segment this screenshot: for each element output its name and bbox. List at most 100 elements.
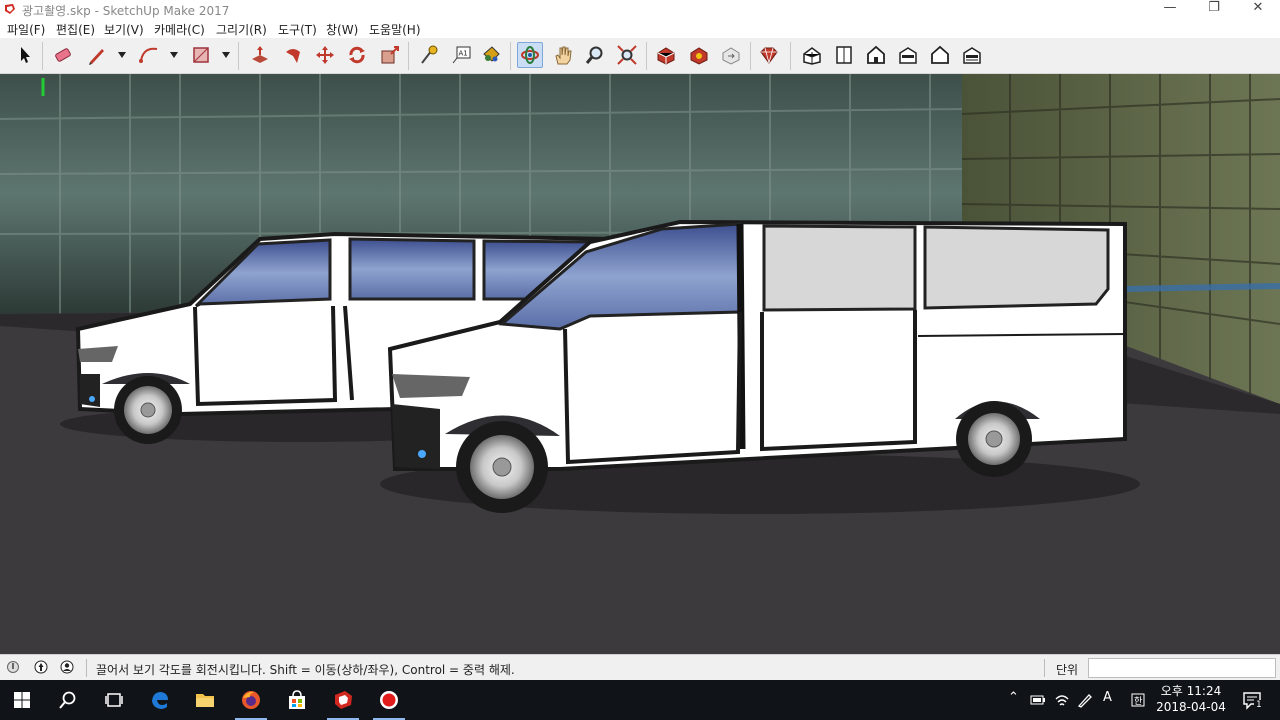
task-view-button[interactable] (92, 680, 136, 720)
tape-measure-icon (421, 45, 438, 64)
top-view-button[interactable] (831, 42, 857, 68)
status-divider (86, 659, 87, 677)
firefox-button[interactable] (229, 680, 273, 720)
3d-warehouse-button[interactable] (653, 42, 679, 68)
file-explorer-button[interactable] (183, 680, 227, 720)
menu-window[interactable]: 창(W) (326, 21, 358, 38)
push-pull-tool-button[interactable] (247, 42, 273, 68)
arrow-cursor-icon (21, 47, 30, 63)
status-bar: 끌어서 보기 각도를 회전시킵니다. Shift = 이동(상하/좌우), Co… (0, 654, 1280, 680)
hand-icon (555, 46, 572, 65)
zoom-extents-tool-button[interactable] (614, 42, 640, 68)
notification-count-badge: 1 (1254, 700, 1264, 710)
show-hidden-icons-chevron-icon[interactable]: ⌃ (1008, 690, 1019, 705)
rotate-icon (349, 46, 365, 64)
title-bar: 광고촬영.skp - SketchUp Make 2017 — ❐ ✕ (0, 0, 1280, 18)
windows-taskbar: ⌃ A 한 오후 11:24 2018-04-04 1 (0, 680, 1280, 720)
menu-draw[interactable]: 그리기(R) (216, 21, 267, 38)
orbit-tool-button[interactable] (517, 42, 543, 68)
follow-me-tool-button[interactable] (280, 42, 306, 68)
user-account-icon[interactable] (60, 660, 74, 674)
left-house-icon (963, 47, 981, 64)
credits-info-icon[interactable] (34, 660, 48, 674)
eraser-icon (55, 48, 71, 62)
store-bag-icon (289, 690, 305, 709)
wifi-icon[interactable] (1054, 692, 1070, 708)
menu-camera[interactable]: 카메라(C) (154, 21, 205, 38)
search-button[interactable] (46, 680, 90, 720)
rectangle-icon (193, 47, 209, 63)
toolbar-divider (510, 42, 511, 70)
close-button[interactable]: ✕ (1236, 0, 1280, 18)
shape-tool-button[interactable] (188, 42, 214, 68)
chevron-down-icon[interactable] (118, 52, 126, 58)
menu-help[interactable]: 도움말(H) (369, 21, 421, 38)
arc-icon (139, 47, 158, 63)
paint-bucket-tool-button[interactable] (478, 42, 504, 68)
zoom-tool-button[interactable] (582, 42, 608, 68)
zoom-extents-icon (617, 45, 637, 65)
push-pull-icon (252, 46, 268, 63)
select-tool-button[interactable] (12, 42, 38, 68)
clock-time: 오후 11:24 (1160, 684, 1222, 698)
start-button[interactable] (0, 680, 44, 720)
folder-icon (196, 694, 214, 707)
front-view-button[interactable] (863, 42, 889, 68)
left-view-button[interactable] (959, 42, 985, 68)
chevron-down-icon[interactable] (222, 52, 230, 58)
line-tool-button[interactable] (84, 42, 110, 68)
language-indicator-icon[interactable]: 한 (1130, 692, 1146, 708)
measurements-input[interactable] (1088, 658, 1276, 678)
iso-view-button[interactable] (799, 42, 825, 68)
scene-render (0, 74, 1280, 654)
edge-browser-button[interactable] (138, 680, 182, 720)
orbit-icon (521, 46, 539, 64)
sketchup-taskbar-button[interactable] (321, 680, 365, 720)
arc-tool-button[interactable] (136, 42, 162, 68)
menu-edit[interactable]: 편집(E) (56, 21, 95, 38)
geo-location-icon[interactable] (6, 660, 20, 674)
scale-tool-button[interactable] (377, 42, 403, 68)
store-button[interactable] (275, 680, 319, 720)
pen-ink-icon[interactable] (1077, 692, 1093, 708)
rotate-tool-button[interactable] (344, 42, 370, 68)
right-house-icon (899, 47, 917, 64)
toolbar-divider (42, 42, 43, 70)
task-view-icon (105, 693, 123, 707)
extension-manager-button[interactable] (756, 42, 782, 68)
chevron-down-icon[interactable] (170, 52, 178, 58)
sketchup-icon (335, 691, 352, 709)
iso-house-icon (803, 47, 821, 65)
toolbar-divider (750, 42, 751, 70)
edge-icon (152, 692, 168, 709)
share-model-icon (722, 47, 740, 65)
menu-view[interactable]: 보기(V) (104, 21, 144, 38)
menu-file[interactable]: 파일(F) (7, 21, 45, 38)
screen-recorder-button[interactable] (367, 680, 411, 720)
restore-button[interactable]: ❐ (1192, 0, 1236, 18)
extension-warehouse-button[interactable] (686, 42, 712, 68)
minimize-button[interactable]: — (1148, 0, 1192, 18)
share-model-button[interactable] (718, 42, 744, 68)
system-clock[interactable]: 오후 11:24 2018-04-04 (1154, 683, 1228, 715)
battery-icon[interactable] (1030, 692, 1046, 708)
move-tool-button[interactable] (312, 42, 338, 68)
action-center-button[interactable]: 1 (1232, 680, 1272, 720)
pan-tool-button[interactable] (550, 42, 576, 68)
windows-logo-icon (14, 692, 30, 708)
menu-tools[interactable]: 도구(T) (278, 21, 317, 38)
magnifier-icon (585, 46, 603, 64)
text-tool-button[interactable]: A1 (448, 42, 474, 68)
model-viewport[interactable] (0, 74, 1280, 654)
main-toolbar: A1 (0, 38, 1280, 74)
svg-text:한: 한 (1134, 696, 1142, 707)
ime-mode-label[interactable]: A (1103, 690, 1112, 705)
right-view-button[interactable] (895, 42, 921, 68)
tape-measure-tool-button[interactable] (416, 42, 442, 68)
window-title: 광고촬영.skp - SketchUp Make 2017 (22, 4, 230, 18)
eraser-tool-button[interactable] (50, 42, 76, 68)
back-view-button[interactable] (927, 42, 953, 68)
text-label-icon: A1 (452, 46, 471, 64)
measurements-label: 단위 (1056, 663, 1079, 677)
status-divider (1044, 659, 1045, 677)
